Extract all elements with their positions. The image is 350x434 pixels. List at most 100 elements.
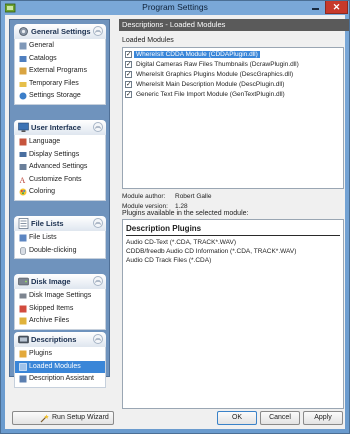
group-title: Descriptions [31,335,77,344]
module-checkbox[interactable]: ✓ [125,71,132,78]
group-header-file-lists[interactable]: File Lists ︽ [14,216,106,231]
module-row[interactable]: ✓ WhereIsIt CDDA Module (CDDAPlugin.dll) [123,50,343,60]
module-checkbox[interactable]: ✓ [125,81,132,88]
dialog-client: General Settings ︽ General Catalogs Exte… [5,15,349,429]
group-file-lists: File Lists ︽ File Lists Double-clicking [14,216,106,259]
title-bar[interactable]: Program Settings ✕ [1,1,349,15]
module-checkbox[interactable]: ✓ [125,91,132,98]
chevron-up-icon[interactable]: ︽ [93,26,103,36]
plugins-available-label: Plugins available in the selected module… [122,210,249,217]
wizard-icon [40,414,49,423]
cancel-button[interactable]: Cancel [260,411,300,425]
module-row[interactable]: ✓ WhereIsIt Main Description Module (Des… [123,80,343,90]
module-checkbox[interactable]: ✓ [125,51,132,58]
modules-list[interactable]: ✓ WhereIsIt CDDA Module (CDDAPlugin.dll)… [122,47,344,189]
sidebar-item-label: Skipped Items [29,304,74,312]
sidebar-item-settings-storage[interactable]: Settings Storage [15,90,105,103]
archive-icon [19,317,27,325]
file-list-icon [18,218,29,229]
sidebar-item-label: Plugins [29,350,52,357]
group-header-user-interface[interactable]: User Interface ︽ [14,120,106,135]
module-row[interactable]: ✓ WhereIsIt Graphics Plugins Module (Des… [123,70,343,80]
sidebar-item-label: Archive Files [29,317,70,324]
module-checkbox[interactable]: ✓ [125,61,132,68]
plugins-list[interactable]: Description Plugins Audio CD-Text (*.CDA… [122,219,344,409]
monitor-icon [18,122,29,132]
sidebar-item-label: Language [29,138,61,145]
language-icon [19,138,27,146]
plugins-header: Description Plugins [126,224,202,233]
group-header-descriptions[interactable]: Descriptions ︽ [14,332,106,347]
module-version-label: Module version: [122,203,168,210]
sidebar-item-skipped-items[interactable]: Skipped Items [15,303,105,316]
mouse-icon [20,246,26,255]
chevron-up-icon[interactable]: ︽ [93,334,103,344]
panel-header: Descriptions - Loaded Modules [119,19,349,31]
sidebar-item-file-lists[interactable]: File Lists [15,232,105,245]
group-descriptions: Descriptions ︽ Plugins Loaded Modules De… [14,332,106,388]
sidebar-item-label: General [29,42,54,49]
skipped-icon [19,305,27,312]
sidebar-item-label: Customize Fonts [29,175,82,183]
sidebar-item-label: Double-clicking [29,246,77,254]
group-header-general-settings[interactable]: General Settings ︽ [14,24,106,39]
sidebar-item-label: Loaded Modules [29,362,81,370]
group-header-disk-image[interactable]: Disk Image ︽ [14,274,106,289]
sidebar-item-disk-image-settings[interactable]: Disk Image Settings [15,290,105,303]
sidebar-item-advanced-settings[interactable]: Advanced Settings [15,161,105,174]
module-author-row: Module author: Robert Galle [122,193,212,200]
group-items: General Catalogs External Programs Tempo… [14,39,106,105]
sidebar-item-display-settings[interactable]: Display Settings [15,149,105,162]
module-label: WhereIsIt CDDA Module (CDDAPlugin.dll) [134,51,260,58]
chevron-up-icon[interactable]: ︽ [93,122,103,132]
sidebar-item-label: Coloring [29,188,56,195]
run-setup-wizard-button[interactable]: Run Setup Wizard [12,411,114,425]
sidebar-item-loaded-modules[interactable]: Loaded Modules [15,360,105,373]
group-general-settings: General Settings ︽ General Catalogs Exte… [14,24,106,105]
sidebar-item-double-clicking[interactable]: Double-clicking [15,245,105,258]
program-settings-window: Program Settings ✕ General Settings ︽ Ge… [0,0,350,434]
sidebar-item-general[interactable]: General [15,40,105,53]
minimize-button[interactable] [307,1,324,14]
plugin-item[interactable]: CDDB/freedb Audio CD Information (*.CDA,… [126,248,296,255]
module-author-label: Module author: [122,193,166,200]
window-title: Program Settings [142,2,208,12]
sidebar-item-coloring[interactable]: Coloring [15,186,105,199]
settings-sidebar: General Settings ︽ General Catalogs Exte… [9,19,110,388]
group-title: User Interface [31,123,82,132]
module-label: WhereIsIt Main Description Module (DescP… [136,81,285,88]
plugin-item[interactable]: Audio CD Track Files (*.CDA) [126,257,211,264]
modules-icon [19,362,27,371]
chevron-up-icon[interactable]: ︽ [93,218,103,228]
sidebar-item-customize-fonts[interactable]: A Customize Fonts [15,174,105,187]
group-title: General Settings [31,27,91,36]
module-row[interactable]: ✓ Digital Cameras Raw Files Thumbnails (… [123,60,343,70]
sidebar-item-archive-files[interactable]: Archive Files [15,315,105,328]
sidebar-item-language[interactable]: Language [15,136,105,149]
close-button[interactable]: ✕ [325,1,348,14]
svg-text:A: A [20,176,26,184]
plugin-item[interactable]: Audio CD-Text (*.CDA, TRACK*.WAV) [126,239,236,246]
chevron-up-icon[interactable]: ︽ [93,276,103,286]
sidebar-item-catalogs[interactable]: Catalogs [15,53,105,66]
wizard-label: Run Setup Wizard [52,414,109,421]
catalog-icon [19,55,27,62]
apply-button[interactable]: Apply [303,411,343,425]
advanced-settings-icon [19,164,27,170]
sidebar-item-label: External Programs [29,67,87,74]
module-label: Generic Text File Import Module (GenText… [136,91,285,98]
settings-panel: Descriptions - Loaded Modules Loaded Mod… [119,19,350,410]
sidebar-item-temporary-files[interactable]: Temporary Files [15,78,105,91]
sidebar-item-external-programs[interactable]: External Programs [15,65,105,78]
sidebar-item-label: Disk Image Settings [29,292,92,299]
module-version-row: Module version: 1.28 [122,203,188,210]
sidebar-item-label: Settings Storage [29,92,81,99]
plugin-icon [19,350,27,358]
module-row[interactable]: ✓ Generic Text File Import Module (GenTe… [123,90,343,100]
display-icon [19,151,27,157]
disk-settings-icon [19,293,27,299]
sidebar-item-description-assistant[interactable]: Description Assistant [15,373,105,386]
ok-button[interactable]: OK [217,411,257,425]
sidebar-item-plugins[interactable]: Plugins [15,348,105,361]
button-bar: Run Setup Wizard OK Cancel Apply [5,411,345,429]
